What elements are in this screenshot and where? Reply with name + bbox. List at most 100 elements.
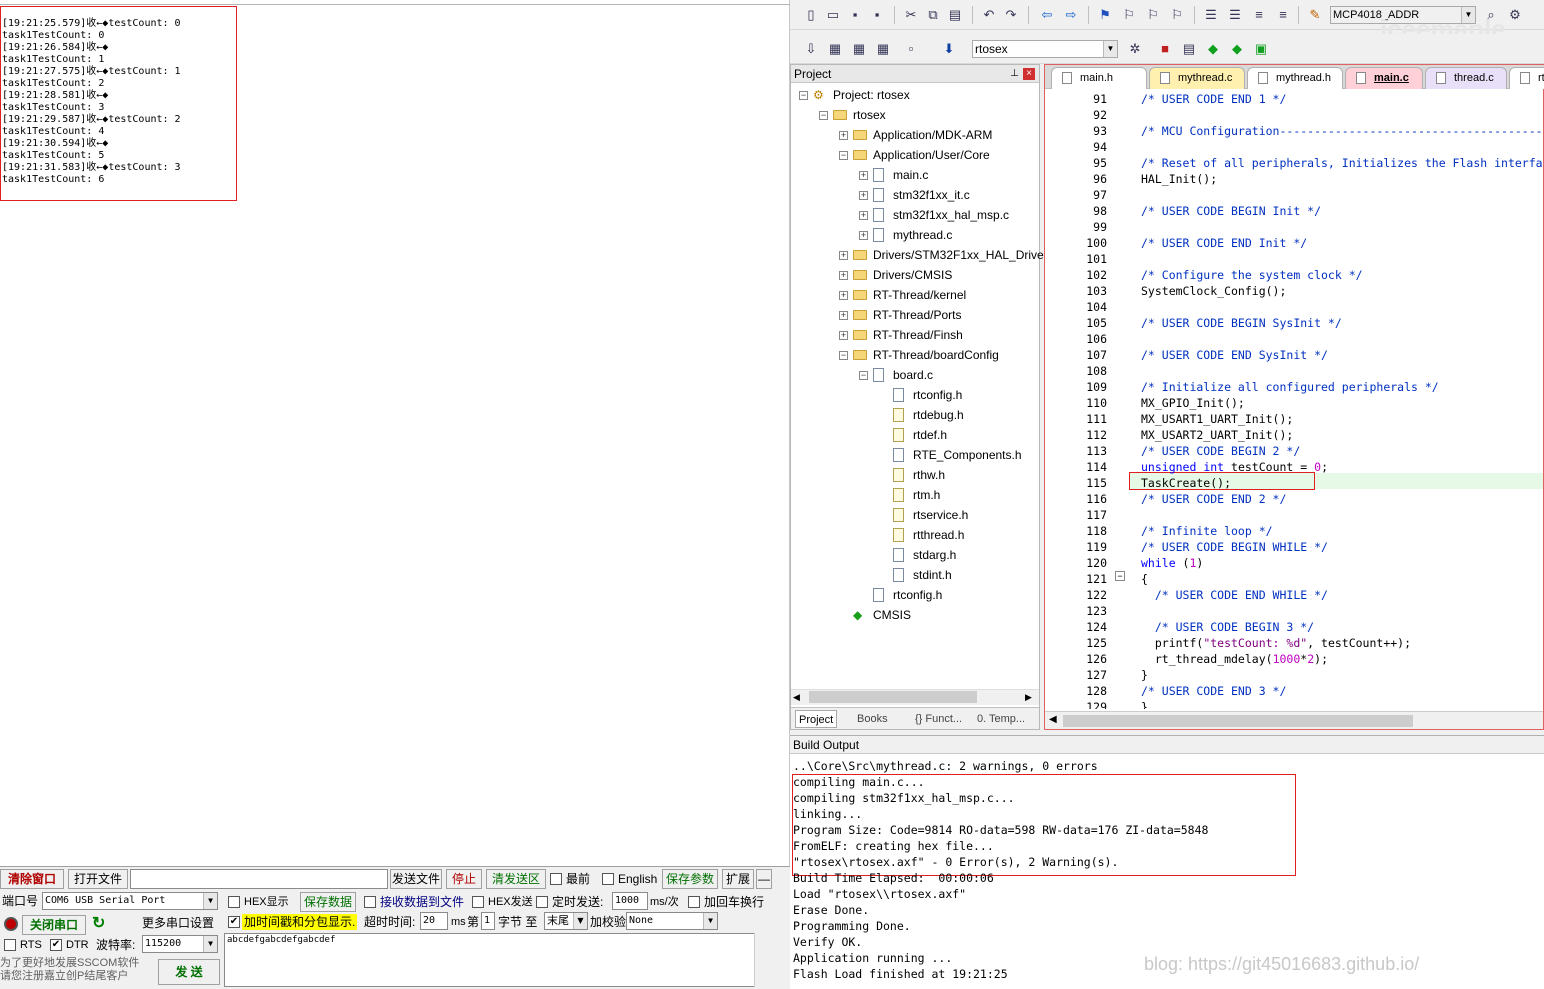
- cut-icon[interactable]: ✂: [902, 6, 920, 24]
- recv-to-file-checkbox[interactable]: [364, 896, 376, 908]
- expand-button[interactable]: 扩展: [722, 869, 754, 889]
- tree-item[interactable]: + stm32f1xx_it.c: [791, 185, 1039, 205]
- close-port-button[interactable]: 关闭串口: [22, 915, 86, 935]
- file-path-input[interactable]: [130, 869, 388, 889]
- timer-ms-input[interactable]: 1000: [612, 892, 648, 910]
- pin-icon[interactable]: ⊥: [1010, 65, 1019, 83]
- collapse-icon[interactable]: −: [819, 111, 828, 120]
- bookmark-clear-icon[interactable]: ⚐: [1168, 6, 1186, 24]
- tree-item[interactable]: − board.c: [791, 365, 1039, 385]
- translate-icon[interactable]: ⇩: [802, 40, 820, 58]
- close-icon[interactable]: ×: [1023, 68, 1035, 80]
- expand-icon[interactable]: +: [839, 131, 848, 140]
- collapse-icon[interactable]: −: [859, 371, 868, 380]
- dtr-checkbox[interactable]: ✔: [50, 939, 62, 951]
- expand-icon[interactable]: +: [859, 231, 868, 240]
- select-packs-icon[interactable]: ▤: [1180, 40, 1198, 58]
- editor-tab[interactable]: mythread.h: [1247, 67, 1343, 89]
- tree-item[interactable]: rtservice.h: [791, 505, 1039, 525]
- tree-item[interactable]: rthw.h: [791, 465, 1039, 485]
- nav-forward-icon[interactable]: ⇨: [1062, 6, 1080, 24]
- editor-tab[interactable]: mythread.c: [1149, 67, 1245, 89]
- code-area[interactable]: 91 /* USER CODE END 1 */ 92 93 /* MCU Config…: [1049, 91, 1543, 709]
- build-output-text[interactable]: ..\Core\Src\mythread.c: 2 warnings, 0 er…: [793, 758, 1208, 982]
- undo-icon[interactable]: ↶: [980, 6, 998, 24]
- project-horizontal-scrollbar[interactable]: ◀ ▶: [791, 689, 1039, 705]
- tree-item[interactable]: − rtosex: [791, 105, 1039, 125]
- unindent-icon[interactable]: ☰: [1226, 6, 1244, 24]
- baud-select[interactable]: 115200 ▼: [142, 935, 218, 953]
- open-folder-icon[interactable]: ▭: [824, 6, 842, 24]
- collapse-icon[interactable]: −: [839, 151, 848, 160]
- uncomment-icon[interactable]: ≡: [1274, 6, 1292, 24]
- tab-templates[interactable]: 0. Temp...: [977, 710, 1025, 728]
- timeout-input[interactable]: 20: [420, 912, 448, 930]
- tree-item[interactable]: + main.c: [791, 165, 1039, 185]
- save-params-button[interactable]: 保存参数: [662, 869, 718, 889]
- expand-icon[interactable]: +: [839, 251, 848, 260]
- editor-horizontal-scrollbar[interactable]: ◀: [1045, 711, 1543, 729]
- expand-icon[interactable]: +: [839, 331, 848, 340]
- topmost-checkbox[interactable]: [550, 873, 562, 885]
- hex-send-checkbox[interactable]: [472, 896, 484, 908]
- tree-item[interactable]: RTE_Components.h: [791, 445, 1039, 465]
- expand-icon[interactable]: +: [859, 191, 868, 200]
- timed-send-checkbox[interactable]: [536, 896, 548, 908]
- expand-icon[interactable]: +: [839, 311, 848, 320]
- send-button[interactable]: 发 送: [158, 959, 220, 985]
- english-checkbox[interactable]: [602, 873, 614, 885]
- tree-item[interactable]: rtconfig.h: [791, 585, 1039, 605]
- bookmark-icon[interactable]: ⚑: [1096, 6, 1114, 24]
- tree-item[interactable]: + RT-Thread/Ports: [791, 305, 1039, 325]
- expand-icon[interactable]: +: [839, 271, 848, 280]
- save-data-button[interactable]: 保存数据: [300, 892, 356, 912]
- manage-rte-icon[interactable]: ◆: [1204, 40, 1222, 58]
- editor-tab[interactable]: rt: [1509, 67, 1544, 89]
- tree-item[interactable]: rtdebug.h: [791, 405, 1039, 425]
- fold-collapse-icon[interactable]: −: [1115, 571, 1125, 581]
- tree-item[interactable]: − ⚙ Project: rtosex: [791, 85, 1039, 105]
- software-packs-icon[interactable]: ▣: [1252, 40, 1270, 58]
- tree-item[interactable]: − RT-Thread/boardConfig: [791, 345, 1039, 365]
- collapse-icon[interactable]: −: [799, 91, 808, 100]
- tree-item[interactable]: − Application/User/Core: [791, 145, 1039, 165]
- target-select[interactable]: rtosex ▼: [972, 40, 1118, 58]
- tree-item[interactable]: rtthread.h: [791, 525, 1039, 545]
- tab-functions[interactable]: {} Funct...: [915, 710, 962, 728]
- tree-item[interactable]: + mythread.c: [791, 225, 1039, 245]
- hex-display-checkbox[interactable]: [228, 896, 240, 908]
- tab-project[interactable]: Project: [795, 710, 838, 728]
- redo-icon[interactable]: ↷: [1002, 6, 1020, 24]
- stop-build-icon[interactable]: ▫: [902, 40, 920, 58]
- scroll-left-icon[interactable]: ◀: [1049, 714, 1057, 725]
- scroll-right-icon[interactable]: ▶: [1025, 691, 1037, 703]
- bookmark-prev-icon[interactable]: ⚐: [1120, 6, 1138, 24]
- byte-from-input[interactable]: 1: [481, 912, 495, 930]
- rebuild-icon[interactable]: ▦: [850, 40, 868, 58]
- expand-icon[interactable]: +: [839, 291, 848, 300]
- copy-icon[interactable]: ⧉: [924, 6, 942, 24]
- tree-item[interactable]: + RT-Thread/kernel: [791, 285, 1039, 305]
- editor-tab[interactable]: main.c: [1345, 67, 1423, 89]
- open-file-button[interactable]: 打开文件: [68, 869, 128, 889]
- target-options-icon[interactable]: ✲: [1126, 40, 1144, 58]
- download-icon[interactable]: ⬇: [940, 40, 958, 58]
- expand-icon[interactable]: +: [859, 171, 868, 180]
- tree-item[interactable]: rtm.h: [791, 485, 1039, 505]
- tree-item[interactable]: rtconfig.h: [791, 385, 1039, 405]
- batch-build-icon[interactable]: ▦: [874, 40, 892, 58]
- checksum-select[interactable]: None ▼: [626, 912, 718, 930]
- tree-item[interactable]: rtdef.h: [791, 425, 1039, 445]
- timestamp-checkbox[interactable]: ✔: [228, 916, 240, 928]
- scroll-thumb[interactable]: [809, 691, 977, 703]
- pack-installer-icon[interactable]: ◆: [1228, 40, 1246, 58]
- debug-session-icon[interactable]: ⚙: [1506, 6, 1524, 24]
- clear-send-button[interactable]: 清发送区: [486, 869, 546, 889]
- more-settings-link[interactable]: 更多串口设置: [142, 915, 214, 931]
- bookmark-next-icon[interactable]: ⚐: [1144, 6, 1162, 24]
- tree-item[interactable]: + Drivers/STM32F1xx_HAL_Driver: [791, 245, 1048, 265]
- build-icon[interactable]: ▦: [826, 40, 844, 58]
- refresh-icon[interactable]: ↻: [92, 915, 108, 933]
- port-select[interactable]: COM6 USB Serial Port ▼: [42, 892, 218, 910]
- tree-item[interactable]: ◆ CMSIS: [791, 605, 1039, 625]
